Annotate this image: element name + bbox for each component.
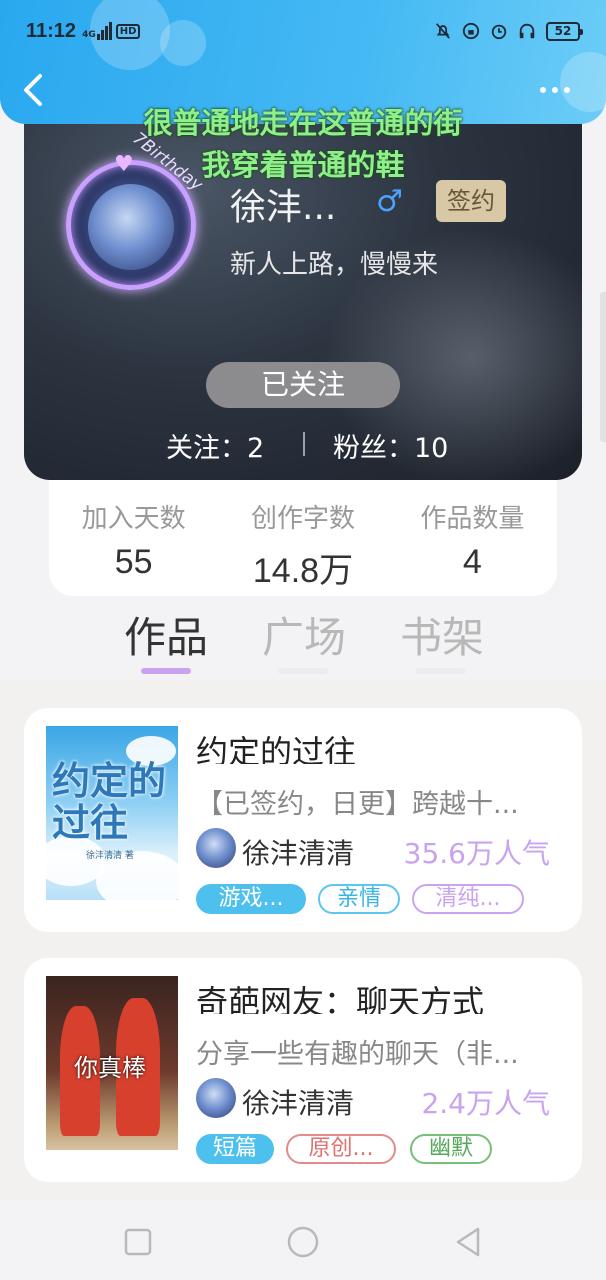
cover-author: 徐沣清清 著: [86, 851, 134, 861]
stat-value: 14.8万: [252, 552, 354, 590]
book-title: 约定的过往: [196, 733, 357, 764]
back-triangle-icon[interactable]: [448, 1222, 488, 1262]
following-count[interactable]: 关注：2: [166, 426, 264, 465]
tab-bookshelf[interactable]: 书架: [400, 604, 484, 665]
tab-indicator: [416, 668, 466, 674]
more-options-button[interactable]: [540, 80, 580, 100]
network-type: 4G: [82, 30, 96, 40]
stat-label: 加入天数: [81, 504, 186, 534]
male-icon: ♂: [376, 184, 403, 219]
popularity-count: 35.6万人气: [403, 837, 550, 870]
cover-title: 约定的过往: [52, 759, 167, 845]
signed-badge: 签约: [436, 180, 506, 222]
signal-icon: 4G: [82, 22, 112, 40]
book-tag[interactable]: 原创...: [286, 1134, 396, 1164]
book-tag[interactable]: 短篇: [196, 1134, 274, 1164]
stat-works-count: 作品数量 4: [388, 480, 557, 596]
stat-value: 55: [114, 543, 153, 581]
tab-active-indicator: [141, 668, 191, 674]
book-cover: 你真棒: [46, 976, 178, 1150]
hd-indicator: HD: [115, 23, 141, 39]
battery-indicator: 52: [546, 21, 583, 41]
dot: [552, 87, 558, 93]
popularity-count: 2.4万人气: [421, 1087, 550, 1120]
profile-bio: 新人上路，慢慢来: [230, 250, 439, 280]
book-description: 【已签约，日更】跨越十...: [196, 789, 519, 820]
stat-label: 作品数量: [420, 504, 525, 534]
dot: [540, 87, 546, 93]
book-card[interactable]: 约定的过往 徐沣清清 著 约定的过往 【已签约，日更】跨越十... 徐沣清清 3…: [24, 708, 582, 932]
book-tag[interactable]: 亲情: [318, 884, 400, 914]
book-title: 奇葩网友：聊天方式: [196, 983, 485, 1014]
author-avatar: [196, 1078, 236, 1118]
alarm-icon: [491, 24, 507, 40]
side-drawer-handle[interactable]: [600, 292, 606, 442]
status-time: 11:12: [26, 19, 77, 42]
lock-rotation-icon: [462, 22, 480, 40]
headphones-icon: [519, 23, 535, 39]
book-tag[interactable]: 清纯...: [412, 884, 524, 914]
dot: [564, 87, 570, 93]
system-nav-bar: [0, 1200, 606, 1280]
book-description: 分享一些有趣的聊天（非...: [196, 1039, 519, 1070]
divider: [303, 432, 305, 456]
status-bar: 11:12 4G HD 52: [0, 14, 606, 48]
stat-label: 创作字数: [250, 504, 355, 534]
book-tag[interactable]: 游戏...: [196, 884, 306, 914]
book-cover: 约定的过往 徐沣清清 著: [46, 726, 178, 900]
stats-card: 加入天数 55 创作字数 14.8万 作品数量 4: [49, 480, 557, 596]
tab-indicator: [278, 668, 328, 674]
tab-works[interactable]: 作品: [124, 604, 208, 665]
author-avatar: [196, 828, 236, 868]
author-name: 徐沣清清: [242, 837, 355, 870]
stat-word-count: 创作字数 14.8万: [218, 480, 387, 596]
home-icon[interactable]: [283, 1222, 323, 1262]
lyric-line-2: 我穿着普通的鞋: [201, 148, 405, 182]
followers-count[interactable]: 粉丝：10: [333, 426, 448, 465]
lyric-line-1: 很普通地走在这普通的街: [143, 106, 463, 140]
book-tag[interactable]: 幽默: [410, 1134, 492, 1164]
book-card[interactable]: 你真棒 奇葩网友：聊天方式 分享一些有趣的聊天（非... 徐沣清清 2.4万人气…: [24, 958, 582, 1182]
author-name: 徐沣清清: [242, 1087, 355, 1120]
recent-apps-icon[interactable]: [118, 1222, 158, 1262]
follow-button[interactable]: 已关注: [206, 362, 400, 408]
cover-caption: 你真棒: [74, 1054, 146, 1082]
mute-bell-icon: [436, 23, 450, 39]
stat-value: 4: [462, 543, 482, 581]
profile-nickname: 徐沣...: [230, 187, 337, 228]
tab-square[interactable]: 广场: [262, 604, 346, 665]
avatar-image: [88, 184, 174, 270]
stat-join-days: 加入天数 55: [49, 480, 218, 596]
